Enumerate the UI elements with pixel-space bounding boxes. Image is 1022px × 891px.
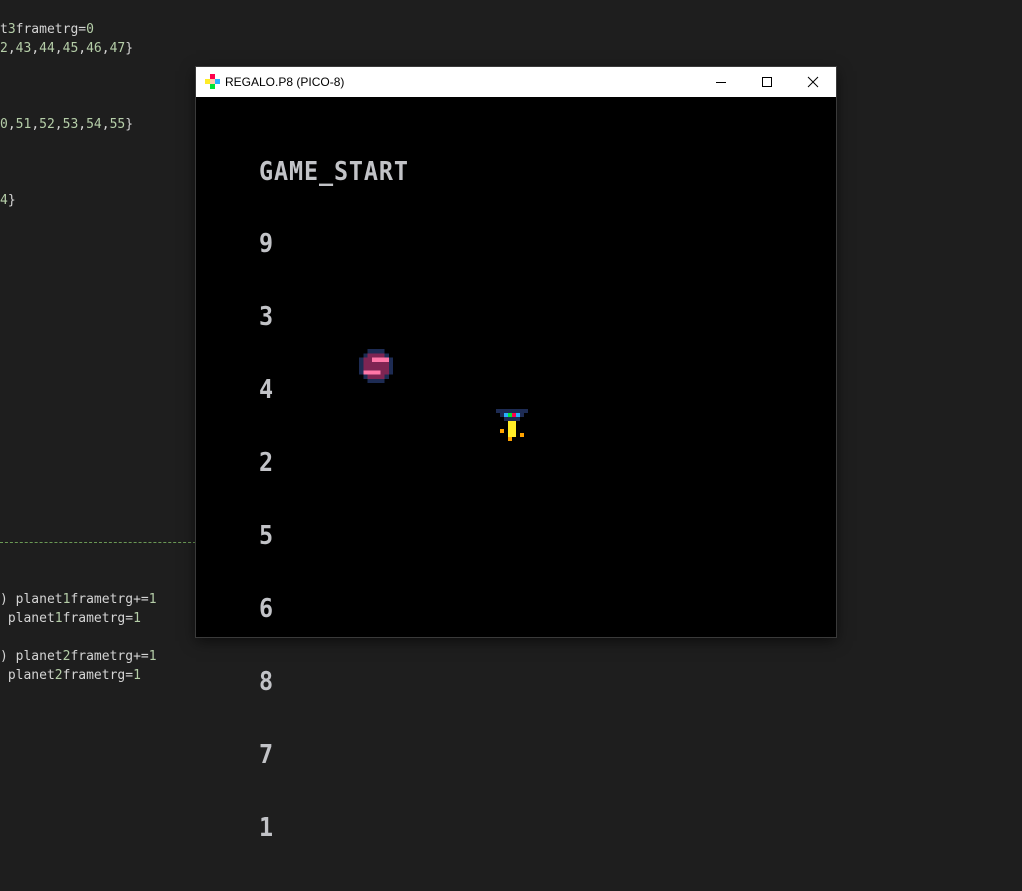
number-token: 53 [62,117,79,132]
code-token: , [78,41,87,56]
code-token: , [31,41,40,56]
maximize-button[interactable] [744,67,790,97]
code-line: planet1frametrg=1 [0,611,141,627]
number-token: 1 [54,611,63,626]
code-line: planet2frametrg=1 [0,668,141,684]
code-token: , [78,117,87,132]
code-line: ) planet2frametrg+=1 [0,649,157,665]
code-token: , [54,41,63,56]
code-token: ) planet [0,592,63,607]
code-token: ) planet [0,649,63,664]
number-token: 47 [109,41,126,56]
code-token: , [7,41,16,56]
number-token: 4 [0,193,8,208]
close-button[interactable] [790,67,836,97]
code-token: planet [0,611,55,626]
menu-item[interactable]: 8 [259,669,409,695]
number-token: 51 [15,117,32,132]
code-token: } [7,193,16,208]
minimize-button[interactable] [698,67,744,97]
menu-item[interactable]: 2 [259,450,409,476]
minimize-icon [716,82,726,83]
number-token: 46 [86,41,102,56]
number-token: 0 [86,22,94,37]
code-line: 0,51,52,53,54,55} [0,117,133,133]
planet-sprite [359,349,393,383]
code-token: frametrg+= [70,649,149,664]
number-token: 55 [109,117,126,132]
code-token: frametrg+= [70,592,149,607]
code-line: t3frametrg=0 [0,22,94,38]
menu-item-game-start[interactable]: GAME_START [259,158,409,184]
window-title: REGALO.P8 (PICO-8) [225,75,345,89]
number-token: 1 [133,611,141,626]
close-icon [807,76,819,88]
code-token: , [7,117,16,132]
code-token: , [54,117,63,132]
number-token: 45 [62,41,79,56]
code-token: planet [0,668,55,683]
number-token: 1 [148,592,157,607]
code-token: frametrg= [62,668,134,683]
pico8-app-icon [205,74,220,89]
title-bar[interactable]: REGALO.P8 (PICO-8) [196,67,836,97]
code-token: frametrg= [62,611,134,626]
code-token: } [125,41,134,56]
number-token: 3 [7,22,16,37]
menu-item[interactable]: 9 [259,231,409,257]
spaceship-sprite [496,409,528,441]
maximize-icon [762,77,772,87]
code-line: 4} [0,193,16,209]
comment-separator [0,542,196,543]
code-token: , [101,41,110,56]
number-token: 44 [39,41,55,56]
code-token: frametrg= [15,22,87,37]
code-token: } [125,117,134,132]
number-token: 54 [86,117,102,132]
code-token: , [101,117,110,132]
game-screen[interactable]: GAME_START 9 3 4 2 5 6 8 7 1 [196,97,836,841]
menu-item[interactable]: 1 [259,814,409,840]
code-line: 2,43,44,45,46,47} [0,41,133,57]
number-token: 1 [148,649,157,664]
code-token: t [0,22,8,37]
code-line: ) planet1frametrg+=1 [0,592,157,608]
menu-item[interactable]: 3 [259,304,409,330]
pico8-window[interactable]: REGALO.P8 (PICO-8) GAME_START 9 3 4 2 5 [196,67,836,841]
number-token: 2 [0,41,8,56]
number-token: 52 [39,117,55,132]
menu-list: GAME_START 9 3 4 2 5 6 8 7 1 [259,111,409,889]
number-token: 2 [54,668,63,683]
number-token: 1 [133,668,141,683]
menu-item[interactable]: 5 [259,523,409,549]
number-token: 43 [15,41,32,56]
menu-item[interactable]: 7 [259,742,409,768]
code-token: , [31,117,40,132]
menu-item[interactable]: 6 [259,596,409,622]
number-token: 0 [0,117,8,132]
